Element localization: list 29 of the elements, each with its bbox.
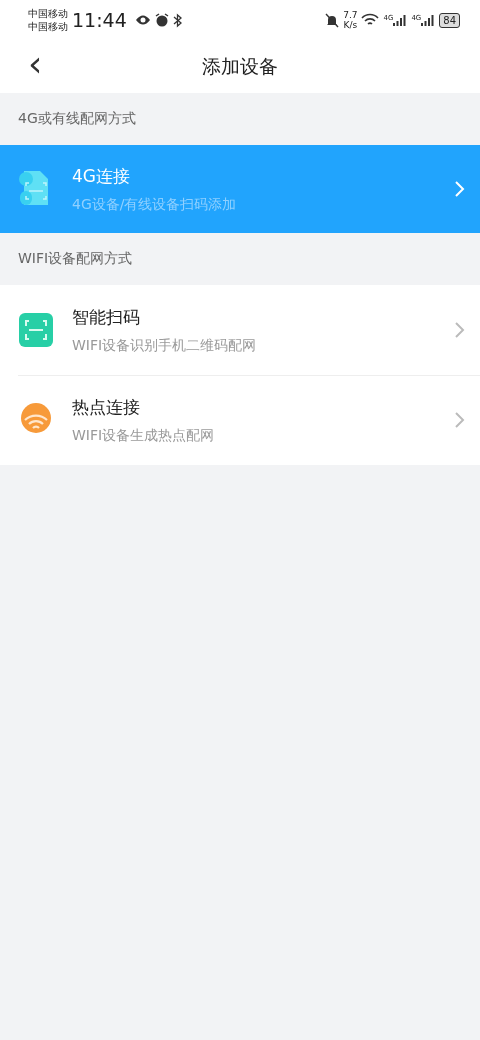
option-subtitle: WIFI设备识别手机二维码配网	[72, 336, 258, 355]
clock: 11:44	[72, 9, 127, 31]
speed-value: 7.7	[343, 10, 358, 20]
option-title: 4G连接	[72, 164, 131, 188]
option-title: 智能扫码	[72, 305, 141, 329]
carrier-label: 中国移动	[28, 20, 68, 33]
signal-icon	[393, 13, 408, 27]
chevron-icon	[454, 321, 466, 339]
chevron-icon	[454, 411, 466, 429]
battery-indicator: 84	[439, 12, 460, 28]
wifi-icon	[361, 13, 380, 27]
page-title: 添加设备	[202, 53, 278, 79]
back-button[interactable]: ‹	[22, 45, 49, 88]
connection-option[interactable]: 智能扫码 WIFI设备识别手机二维码配网	[0, 285, 480, 375]
signal-icon	[421, 13, 436, 27]
scan-icon	[18, 312, 54, 348]
option-subtitle: WIFI设备生成热点配网	[72, 426, 216, 445]
eye-icon	[134, 14, 151, 26]
bluetooth-icon	[172, 12, 182, 28]
section-title: 4G或有线配网方式	[17, 109, 137, 128]
option-subtitle: 4G设备/有线设备扫码添加	[72, 195, 238, 214]
section-title: WIFI设备配网方式	[17, 249, 134, 268]
option-title: 热点连接	[72, 395, 141, 419]
connection-option[interactable]: 热点连接 WIFI设备生成热点配网	[0, 375, 480, 465]
speed-unit: K/s	[343, 20, 358, 30]
alarm-icon	[154, 13, 169, 27]
muted-bell-icon	[325, 12, 340, 28]
chevron-icon	[454, 180, 466, 198]
carrier-label: 中国移动	[28, 7, 68, 20]
